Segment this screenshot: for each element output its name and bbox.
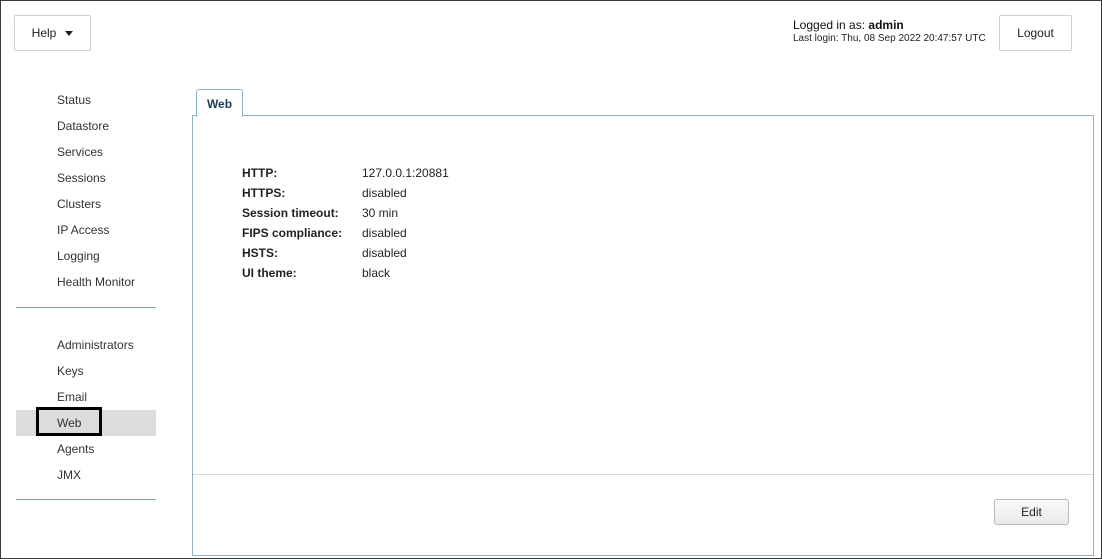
web-settings-panel: HTTP: 127.0.0.1:20881 HTTPS: disabled Se… <box>192 115 1094 556</box>
sidebar-item-web[interactable]: Web <box>16 407 156 436</box>
sidebar-item-datastore[interactable]: Datastore <box>16 113 156 139</box>
sidebar-item-agents[interactable]: Agents <box>16 436 156 462</box>
setting-value: 127.0.0.1:20881 <box>362 166 449 180</box>
setting-row-https: HTTPS: disabled <box>242 183 449 203</box>
help-label: Help <box>31 26 57 40</box>
sidebar-item-ip-access[interactable]: IP Access <box>16 217 156 243</box>
setting-row-hsts: HSTS: disabled <box>242 243 449 263</box>
sidebar-item-clusters[interactable]: Clusters <box>16 191 156 217</box>
sidebar-item-sessions[interactable]: Sessions <box>16 165 156 191</box>
setting-value: black <box>362 266 391 280</box>
setting-label: HTTP: <box>242 166 278 180</box>
sidebar-item-keys[interactable]: Keys <box>16 358 156 384</box>
sidebar-nav-system: Status Datastore Services Sessions Clust… <box>16 87 156 295</box>
sidebar-item-health-monitor[interactable]: Health Monitor <box>16 269 156 295</box>
setting-row-http: HTTP: 127.0.0.1:20881 <box>242 163 449 183</box>
setting-value: disabled <box>362 226 407 240</box>
setting-row-session-timeout: Session timeout: 30 min <box>242 203 449 223</box>
sidebar-item-logging[interactable]: Logging <box>16 243 156 269</box>
setting-label: HSTS: <box>242 246 278 260</box>
setting-row-fips: FIPS compliance: disabled <box>242 223 449 243</box>
setting-value: disabled <box>362 246 407 260</box>
settings-list: HTTP: 127.0.0.1:20881 HTTPS: disabled Se… <box>242 163 449 283</box>
panel-footer-divider <box>193 474 1093 475</box>
sidebar-item-jmx[interactable]: JMX <box>16 462 156 488</box>
sidebar-item-administrators[interactable]: Administrators <box>16 332 156 358</box>
setting-row-ui-theme: UI theme: black <box>242 263 449 283</box>
sidebar-divider-bottom <box>16 499 156 500</box>
setting-label: HTTPS: <box>242 186 286 200</box>
last-login: Last login: Thu, 08 Sep 2022 20:47:57 UT… <box>793 33 986 44</box>
sidebar-item-services[interactable]: Services <box>16 139 156 165</box>
login-info: Logged in as: admin Last login: Thu, 08 … <box>793 18 986 44</box>
logout-button[interactable]: Logout <box>999 15 1072 51</box>
sidebar-item-label: Web <box>57 416 82 430</box>
help-dropdown-button[interactable]: Help <box>14 15 91 51</box>
setting-label: FIPS compliance: <box>242 226 343 240</box>
setting-label: UI theme: <box>242 266 297 280</box>
caret-down-icon <box>65 30 74 36</box>
app-window: Help Logged in as: admin Last login: Thu… <box>0 0 1102 559</box>
tab-web[interactable]: Web <box>196 89 243 117</box>
logged-in-line: Logged in as: admin <box>793 18 986 32</box>
logged-in-prefix: Logged in as: <box>793 18 869 32</box>
username: admin <box>868 18 904 32</box>
sidebar-item-status[interactable]: Status <box>16 87 156 113</box>
setting-value: 30 min <box>362 206 399 220</box>
setting-label: Session timeout: <box>242 206 339 220</box>
sidebar-divider <box>16 307 156 308</box>
setting-value: disabled <box>362 186 407 200</box>
edit-button[interactable]: Edit <box>994 499 1069 525</box>
sidebar-nav-config: Administrators Keys Email Web Agents JMX <box>16 332 156 488</box>
